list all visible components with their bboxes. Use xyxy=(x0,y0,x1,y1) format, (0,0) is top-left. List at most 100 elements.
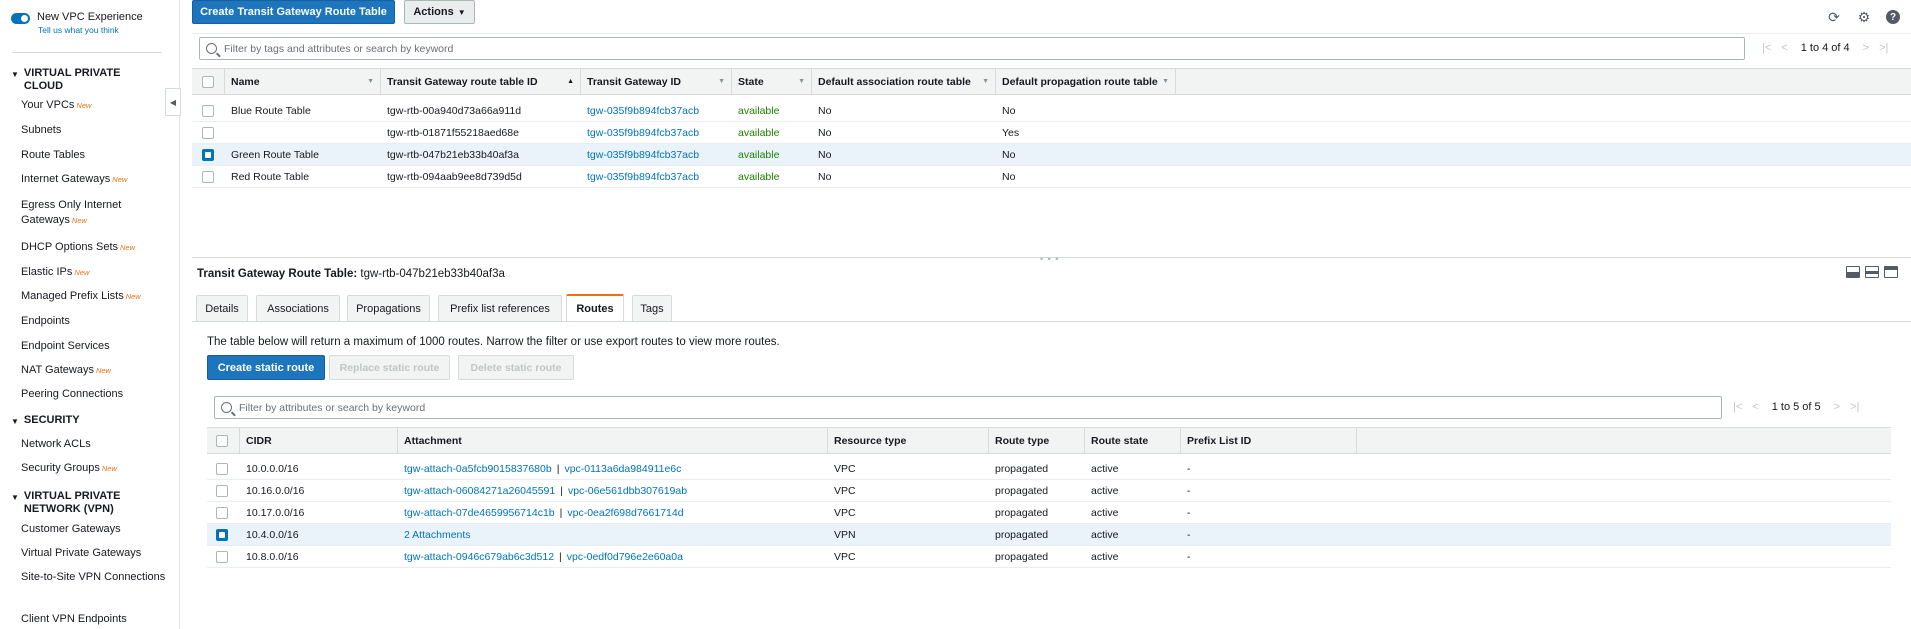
tab-tags[interactable]: Tags xyxy=(632,295,672,321)
sidebar-item-network-acls[interactable]: Network ACLs xyxy=(21,437,171,452)
sidebar-item-endpoints[interactable]: Endpoints xyxy=(21,314,171,329)
table-row[interactable]: Red Route Table tgw-rtb-094aab9ee8d739d5d… xyxy=(192,166,1911,188)
sidebar-item-virtual-private-gateways[interactable]: Virtual Private Gateways xyxy=(21,546,171,561)
attachment-link[interactable]: tgw-attach-06084271a26045591 xyxy=(404,485,555,497)
sidebar-item-route-tables[interactable]: Route Tables xyxy=(21,148,171,163)
attachment-link[interactable]: tgw-attach-0946c679ab6c3d512 xyxy=(404,551,554,563)
col-rtb-id[interactable]: Transit Gateway route table ID ▲ xyxy=(381,69,581,94)
attachment-link[interactable]: tgw-attach-0a5fcb9015837680b xyxy=(404,463,552,475)
last-page-icon[interactable]: >| xyxy=(1879,42,1888,54)
sidebar-item-internet-gateways[interactable]: Internet Gateways New xyxy=(21,172,171,187)
cell-tgw-id[interactable]: tgw-035f9b894fcb37acb xyxy=(581,166,699,187)
actions-button[interactable]: Actions ▼ xyxy=(404,0,475,24)
row-checkbox[interactable] xyxy=(216,551,228,563)
sidebar-item-site-to-site-vpn-connections[interactable]: Site-to-Site VPN Connections xyxy=(21,570,171,585)
cell-cidr: 10.0.0.0/16 xyxy=(246,462,299,475)
col-route-type[interactable]: Route type xyxy=(989,428,1085,453)
row-checkbox[interactable] xyxy=(216,463,228,475)
col-resource-type[interactable]: Resource type xyxy=(828,428,989,453)
cell-tgw-id[interactable]: tgw-035f9b894fcb37acb xyxy=(581,100,699,121)
collapse-sidebar-button[interactable]: ◀ xyxy=(165,88,181,116)
row-checkbox[interactable] xyxy=(216,529,228,541)
tab-routes[interactable]: Routes xyxy=(566,294,624,321)
table-row[interactable]: tgw-rtb-01871f55218aed68e tgw-035f9b894fc… xyxy=(192,122,1911,144)
cell-tgw-id[interactable]: tgw-035f9b894fcb37acb xyxy=(581,144,699,165)
tab-associations[interactable]: Associations xyxy=(256,295,340,321)
section-security[interactable]: ▼ SECURITY xyxy=(11,414,80,428)
col-tgw-id[interactable]: Transit Gateway ID ▼ xyxy=(581,69,732,94)
tab-details[interactable]: Details xyxy=(196,295,248,321)
route-table-search-input[interactable]: Filter by tags and attributes or search … xyxy=(199,37,1745,60)
vpc-link[interactable]: vpc-06e561dbb307619ab xyxy=(568,485,687,497)
refresh-icon[interactable]: ⟳ xyxy=(1826,9,1842,25)
route-row[interactable]: 10.4.0.0/16 2 Attachments VPN propagated act… xyxy=(207,524,1891,546)
table-row[interactable]: Blue Route Table tgw-rtb-00a940d73a66a911… xyxy=(192,100,1911,122)
section-virtual-private-cloud[interactable]: ▼ VIRTUAL PRIVATE CLOUD xyxy=(11,67,144,93)
first-page-icon[interactable]: |< xyxy=(1762,42,1771,54)
sidebar-item-subnets[interactable]: Subnets xyxy=(21,123,171,138)
sidebar-item-nat-gateways[interactable]: NAT Gateways New xyxy=(21,363,171,378)
prev-page-icon[interactable]: < xyxy=(1781,42,1787,54)
drag-handle-icon[interactable]: • • • xyxy=(1040,254,1059,264)
prev-page-icon[interactable]: < xyxy=(1752,401,1758,413)
sidebar-item-peering-connections[interactable]: Peering Connections xyxy=(21,387,171,402)
delete-static-route-button[interactable]: Delete static route xyxy=(458,355,574,380)
routes-info-text: The table below will return a maximum of… xyxy=(207,336,780,348)
tab-prefix-list-references[interactable]: Prefix list references xyxy=(438,295,562,321)
next-page-icon[interactable]: > xyxy=(1863,42,1869,54)
row-checkbox[interactable] xyxy=(216,507,228,519)
select-all-checkbox[interactable] xyxy=(202,76,214,88)
gear-icon[interactable]: ⚙ xyxy=(1856,9,1872,25)
sidebar-item-egress-only-internet-gateways[interactable]: Egress Only Internet Gateways New xyxy=(21,198,171,228)
row-checkbox[interactable] xyxy=(202,127,214,139)
vpc-link[interactable]: vpc-0ea2f698d7661714d xyxy=(567,507,683,519)
section-vpn[interactable]: ▼ VIRTUAL PRIVATE NETWORK (VPN) xyxy=(11,490,144,516)
routes-search-input[interactable]: Filter by attributes or search by keywor… xyxy=(214,396,1722,419)
tab-propagations[interactable]: Propagations xyxy=(347,295,430,321)
create-route-table-button[interactable]: Create Transit Gateway Route Table xyxy=(192,0,395,24)
col-state[interactable]: State ▼ xyxy=(732,69,812,94)
sidebar-item-dhcp-options-sets[interactable]: DHCP Options Sets New xyxy=(21,240,171,255)
sidebar-item-managed-prefix-lists[interactable]: Managed Prefix Lists New xyxy=(21,289,171,304)
sidebar-item-security-groups[interactable]: Security Groups New xyxy=(21,461,171,476)
row-checkbox[interactable] xyxy=(216,485,228,497)
create-static-route-button[interactable]: Create static route xyxy=(207,355,325,380)
col-default-prop[interactable]: Default propagation route table ▼ xyxy=(996,69,1176,94)
col-prefix-list-id[interactable]: Prefix List ID xyxy=(1181,428,1357,453)
layout-split-icon[interactable] xyxy=(1865,266,1879,278)
col-default-assoc[interactable]: Default association route table ▼ xyxy=(812,69,996,94)
route-row[interactable]: 10.8.0.0/16 tgw-attach-0946c679ab6c3d512 |… xyxy=(207,546,1891,568)
vpc-link[interactable]: vpc-0edf0d796e2e60a0a xyxy=(567,551,683,563)
sidebar-item-client-vpn-endpoints[interactable]: Client VPN Endpoints xyxy=(21,612,171,627)
sidebar-item-customer-gateways[interactable]: Customer Gateways xyxy=(21,522,171,537)
col-attachment[interactable]: Attachment xyxy=(398,428,828,453)
replace-static-route-button[interactable]: Replace static route xyxy=(329,355,450,380)
row-checkbox[interactable] xyxy=(202,105,214,117)
vpc-link[interactable]: vpc-0113a6da984911e6c xyxy=(564,463,681,475)
last-page-icon[interactable]: >| xyxy=(1850,401,1859,413)
col-name[interactable]: Name ▼ xyxy=(225,69,381,94)
next-page-icon[interactable]: > xyxy=(1834,401,1840,413)
col-route-state[interactable]: Route state xyxy=(1085,428,1181,453)
sidebar-item-your-vpcs[interactable]: Your VPCs New xyxy=(21,98,171,113)
layout-full-icon[interactable] xyxy=(1884,266,1898,278)
route-row[interactable]: 10.17.0.0/16 tgw-attach-07de4659956714c1b… xyxy=(207,502,1891,524)
feedback-link[interactable]: Tell us what you think xyxy=(38,24,143,36)
first-page-icon[interactable]: |< xyxy=(1733,401,1742,413)
row-checkbox[interactable] xyxy=(202,149,214,161)
attachment-link[interactable]: 2 Attachments xyxy=(404,529,471,541)
attachment-link[interactable]: tgw-attach-07de4659956714c1b xyxy=(404,507,555,519)
cell-tgw-id[interactable]: tgw-035f9b894fcb37acb xyxy=(581,122,699,143)
layout-bottom-icon[interactable] xyxy=(1846,266,1860,278)
sidebar-item-elastic-ips[interactable]: Elastic IPs New xyxy=(21,265,171,280)
new-vpc-experience-toggle[interactable] xyxy=(11,13,30,24)
select-all-checkbox[interactable] xyxy=(216,435,228,447)
cell-route-state: active xyxy=(1091,462,1119,475)
sidebar-item-endpoint-services[interactable]: Endpoint Services xyxy=(21,339,171,354)
route-row[interactable]: 10.0.0.0/16 tgw-attach-0a5fcb9015837680b |… xyxy=(207,458,1891,480)
col-cidr[interactable]: CIDR xyxy=(240,428,398,453)
route-row[interactable]: 10.16.0.0/16 tgw-attach-06084271a26045591… xyxy=(207,480,1891,502)
help-icon[interactable]: ? xyxy=(1885,9,1901,25)
table-row[interactable]: Green Route Table tgw-rtb-047b21eb33b40af… xyxy=(192,144,1911,166)
row-checkbox[interactable] xyxy=(202,171,214,183)
